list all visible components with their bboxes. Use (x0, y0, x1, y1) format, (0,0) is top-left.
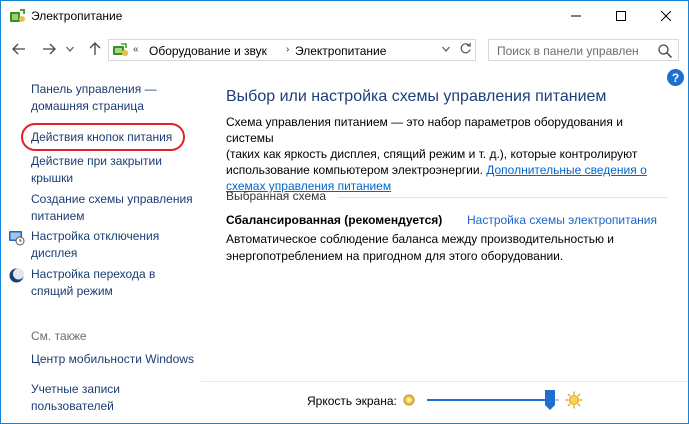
minimize-icon (570, 15, 581, 17)
chevron-down-icon (442, 46, 450, 52)
plan-settings-link[interactable]: Настройка схемы электропитания (467, 213, 657, 227)
plan-description: Автоматическое соблюдение баланса между … (226, 231, 666, 265)
arrow-up-icon (89, 42, 101, 55)
sidebar-item-label: Настройка перехода в (31, 267, 156, 281)
close-icon (660, 11, 671, 21)
description-text: (таких как яркость дисплея, спящий режим… (226, 147, 638, 161)
maximize-button[interactable] (598, 1, 643, 31)
sidebar-item-label: Панель управления — (31, 82, 157, 96)
display-timer-icon (9, 231, 25, 246)
sidebar-item-display-off[interactable]: Настройка отключения дисплея (31, 228, 159, 262)
sidebar-item-sleep-mode[interactable]: Настройка перехода в спящий режим (31, 266, 155, 300)
breadcrumb-hardware-sound[interactable]: Оборудование и звук (149, 44, 267, 58)
breadcrumb-separator[interactable]: › (286, 44, 289, 55)
main-content: Выбор или настройка схемы управления пит… (201, 67, 688, 377)
window-title: Электропитание (31, 9, 123, 23)
description-text: Схема управления питанием — это набор па… (226, 115, 623, 145)
address-dropdown-button[interactable] (442, 44, 450, 54)
sidebar-item-label: пользователей (31, 399, 114, 413)
sidebar-item-label: домашняя страница (31, 99, 144, 113)
sidebar-item-label: крышки (31, 171, 74, 185)
sidebar-item-power-buttons[interactable]: Действия кнопок питания (31, 129, 172, 146)
recent-locations-button[interactable] (63, 40, 77, 58)
search-box[interactable]: Поиск в панели управлен (488, 39, 679, 61)
sidebar-item-label: питанием (31, 209, 85, 223)
brightness-slider-thumb[interactable] (544, 390, 555, 410)
navigation-bar: « Оборудование и звук › Электропитание П… (1, 31, 688, 67)
page-description: Схема управления питанием — это набор па… (226, 114, 666, 194)
breadcrumb-overflow[interactable]: « (133, 44, 138, 55)
search-icon[interactable] (657, 43, 673, 59)
brightness-label: Яркость экрана: (307, 394, 397, 408)
power-options-window: Электропитание « Оборудование и звук › Э… (0, 0, 689, 424)
footer-divider (201, 381, 688, 382)
refresh-icon (460, 42, 471, 54)
up-button[interactable] (85, 40, 105, 58)
sidebar-item-label: Учетные записи (31, 382, 120, 396)
close-button[interactable] (643, 1, 688, 31)
brightness-high-icon (565, 391, 583, 409)
forward-button[interactable] (39, 40, 59, 58)
selected-plan-heading: Выбранная схема (226, 189, 327, 203)
search-input[interactable]: Поиск в панели управлен (497, 44, 645, 58)
brightness-slider-track[interactable] (427, 399, 559, 401)
sidebar-item-label: Создание схемы управления (31, 192, 193, 206)
chevron-down-icon (66, 46, 74, 52)
maximize-icon (615, 11, 626, 21)
plan-description-text: энергопотреблением на пригодном для этог… (226, 249, 564, 263)
sidebar-item-mobility-center[interactable]: Центр мобильности Windows (31, 351, 194, 368)
sidebar-item-control-panel-home[interactable]: Панель управления — домашняя страница (31, 81, 157, 115)
sidebar-item-lid-close[interactable]: Действие при закрытии крышки (31, 153, 162, 187)
minimize-button[interactable] (553, 1, 598, 31)
address-bar[interactable]: « Оборудование и звук › Электропитание (108, 39, 476, 61)
plan-description-text: Автоматическое соблюдение баланса между … (226, 232, 615, 246)
brightness-low-icon (403, 394, 415, 406)
sidebar-item-label: Действие при закрытии (31, 154, 162, 168)
power-options-icon (10, 9, 25, 22)
sidebar-item-user-accounts[interactable]: Учетные записи пользователей (31, 381, 120, 415)
more-info-link[interactable]: Дополнительные сведения о (486, 163, 647, 177)
description-text: использование компьютером электроэнергии… (226, 163, 483, 177)
moon-icon (9, 268, 24, 283)
title-bar[interactable]: Электропитание (1, 1, 688, 31)
sidebar-item-label: спящий режим (31, 284, 113, 298)
plan-name: Сбалансированная (рекомендуется) (226, 213, 443, 227)
brightness-slider-fill (427, 399, 550, 401)
refresh-button[interactable] (459, 42, 472, 58)
sidebar-item-create-plan[interactable]: Создание схемы управления питанием (31, 191, 193, 225)
section-divider (338, 197, 668, 198)
sidebar: Панель управления — домашняя страница Де… (1, 67, 201, 423)
see-also-heading: См. также (31, 329, 87, 343)
sidebar-item-label: дисплея (31, 246, 78, 260)
page-title: Выбор или настройка схемы управления пит… (226, 88, 607, 105)
arrow-left-icon (12, 43, 25, 55)
breadcrumb-power-options[interactable]: Электропитание (295, 44, 386, 58)
back-button[interactable] (9, 40, 29, 58)
sidebar-item-label: Настройка отключения (31, 229, 160, 243)
arrow-right-icon (43, 43, 56, 55)
control-panel-icon (113, 43, 129, 57)
